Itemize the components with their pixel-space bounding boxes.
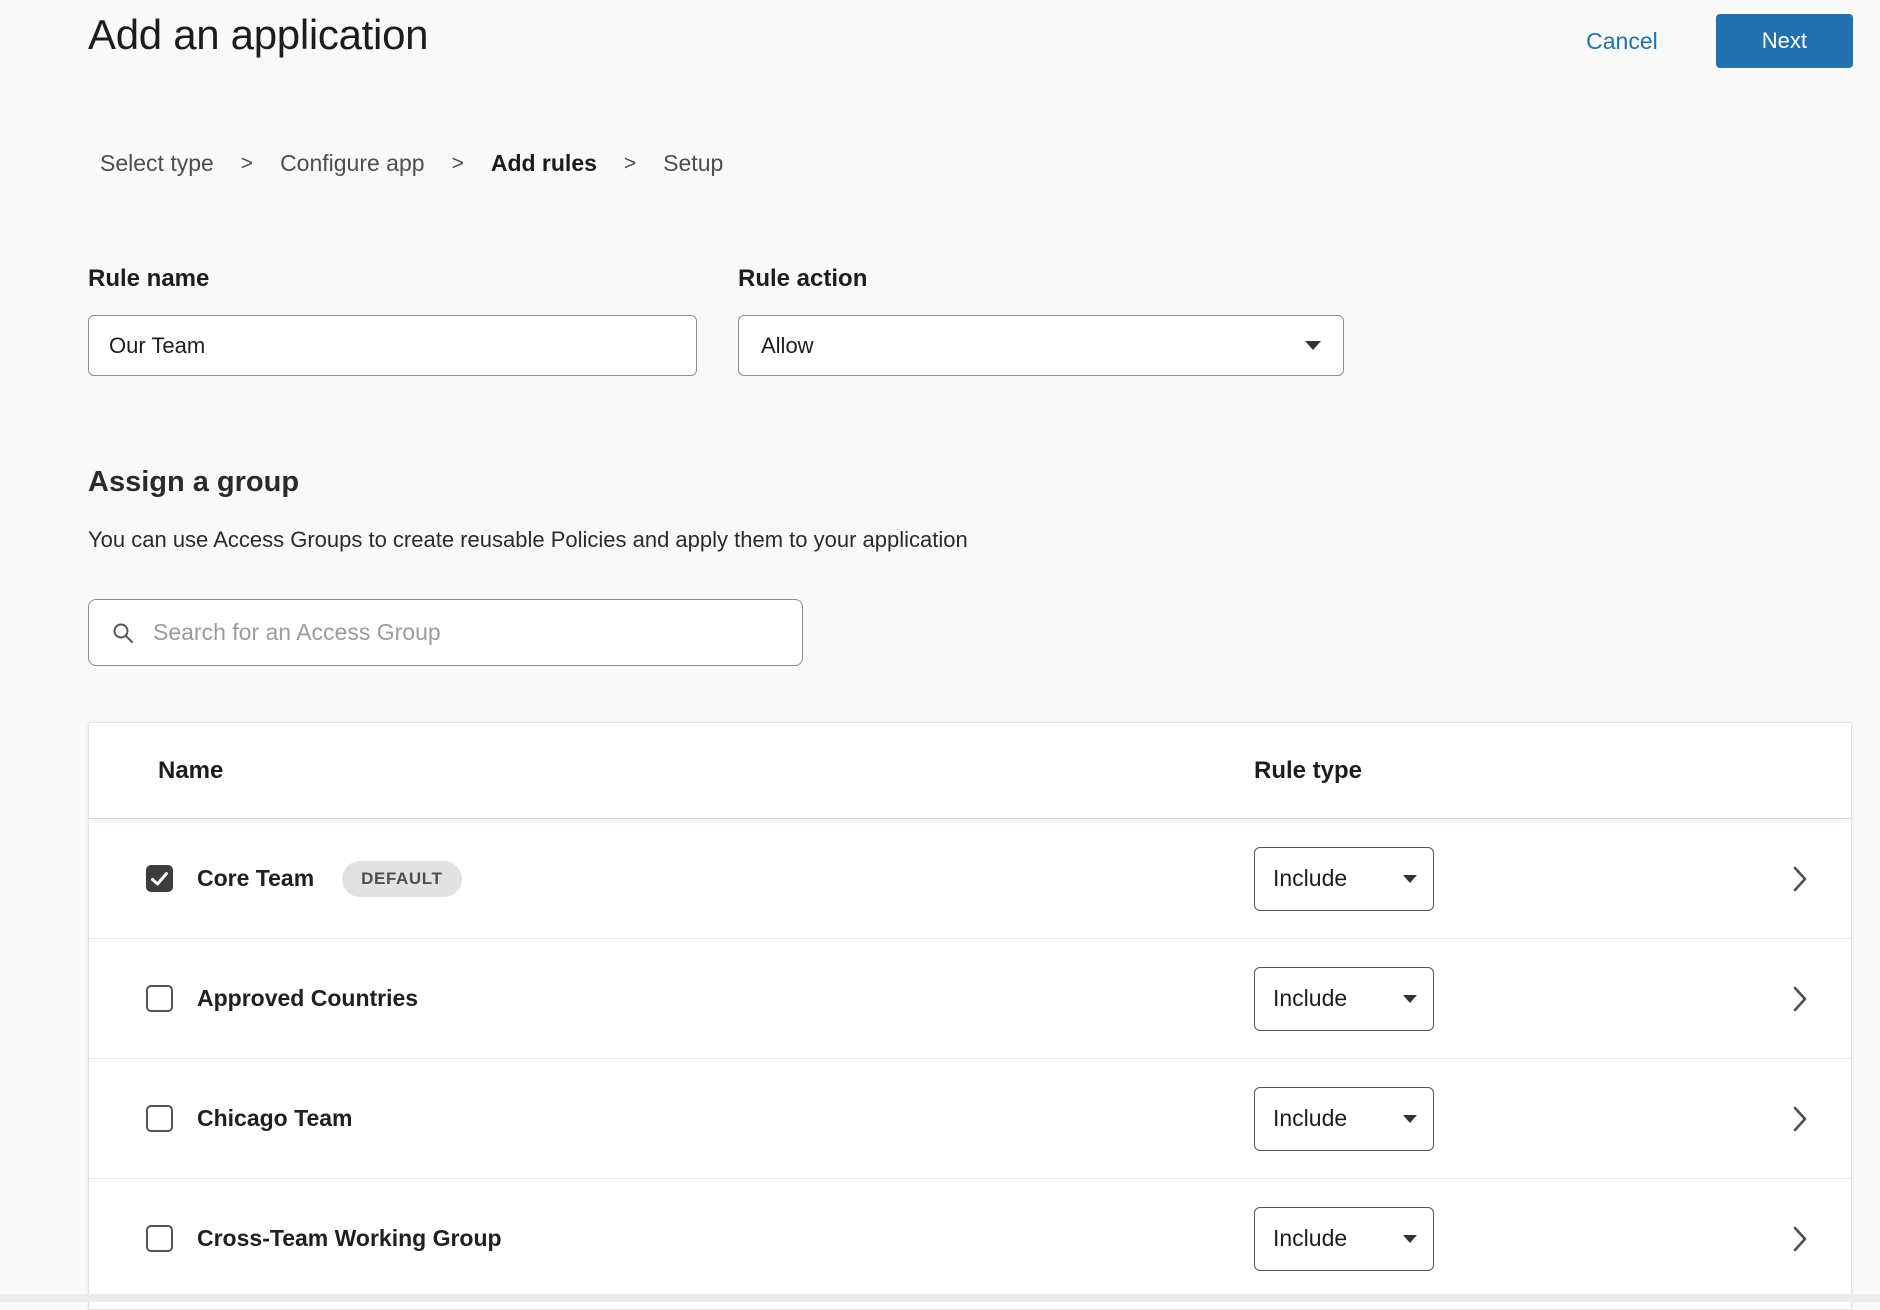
- top-bar: Add an application Cancel Next: [0, 0, 1880, 68]
- group-name: Approved Countries: [197, 985, 418, 1012]
- table-row: Chicago Team Include: [89, 1059, 1851, 1179]
- group-name-cell: Core Team DEFAULT: [89, 861, 1254, 897]
- rule-type-cell: Include: [1254, 847, 1851, 911]
- chevron-right-icon: [1793, 1226, 1808, 1252]
- assign-group-heading: Assign a group: [88, 466, 1880, 499]
- rule-type-cell: Include: [1254, 1087, 1851, 1151]
- rule-form: Rule name Rule action Allow: [88, 265, 1880, 376]
- column-header-name: Name: [89, 757, 1254, 785]
- search-input[interactable]: [151, 618, 780, 647]
- rule-type-value: Include: [1273, 1225, 1347, 1252]
- rule-type-select[interactable]: Include: [1254, 1087, 1434, 1151]
- group-checkbox[interactable]: [146, 865, 173, 892]
- rule-type-cell: Include: [1254, 1207, 1851, 1271]
- breadcrumb-separator: >: [241, 152, 253, 176]
- group-name-cell: Chicago Team: [89, 1105, 1254, 1132]
- cancel-button[interactable]: Cancel: [1580, 27, 1664, 56]
- page-title: Add an application: [88, 10, 428, 60]
- group-checkbox[interactable]: [146, 1225, 173, 1252]
- chevron-right-icon: [1793, 1106, 1808, 1132]
- breadcrumb: Select type > Configure app > Add rules …: [100, 150, 1880, 177]
- table-row: Approved Countries Include: [89, 939, 1851, 1059]
- rule-action-value: Allow: [761, 333, 814, 359]
- search-icon: [111, 621, 135, 645]
- assign-group-description: You can use Access Groups to create reus…: [88, 527, 1880, 553]
- chevron-down-icon: [1403, 1115, 1417, 1123]
- step-setup[interactable]: Setup: [663, 150, 723, 177]
- groups-table: Name Rule type Core Team DEFAULT Include: [88, 722, 1852, 1310]
- step-select-type[interactable]: Select type: [100, 150, 214, 177]
- group-name-cell: Cross-Team Working Group: [89, 1225, 1254, 1252]
- group-name-cell: Approved Countries: [89, 985, 1254, 1012]
- row-expand-chevron[interactable]: [1793, 986, 1808, 1012]
- top-actions: Cancel Next: [1580, 14, 1853, 68]
- rule-type-value: Include: [1273, 1105, 1347, 1132]
- row-expand-chevron[interactable]: [1793, 1226, 1808, 1252]
- step-configure-app[interactable]: Configure app: [280, 150, 425, 177]
- breadcrumb-separator: >: [452, 152, 464, 176]
- check-icon: [151, 872, 168, 886]
- default-badge: DEFAULT: [342, 861, 461, 897]
- chevron-right-icon: [1793, 986, 1808, 1012]
- group-checkbox[interactable]: [146, 1105, 173, 1132]
- step-add-rules[interactable]: Add rules: [491, 150, 597, 177]
- rule-type-value: Include: [1273, 985, 1347, 1012]
- chevron-down-icon: [1403, 995, 1417, 1003]
- rule-name-field-group: Rule name: [88, 265, 697, 376]
- access-group-search: [88, 599, 803, 666]
- groups-table-header: Name Rule type: [89, 723, 1851, 819]
- chevron-down-icon: [1305, 341, 1321, 350]
- group-name: Core Team: [197, 865, 314, 892]
- chevron-right-icon: [1793, 866, 1808, 892]
- rule-type-value: Include: [1273, 865, 1347, 892]
- chevron-down-icon: [1403, 875, 1417, 883]
- group-name: Chicago Team: [197, 1105, 353, 1132]
- table-row: Core Team DEFAULT Include: [89, 819, 1851, 939]
- rule-action-select[interactable]: Allow: [738, 315, 1344, 376]
- rule-name-label: Rule name: [88, 265, 697, 293]
- table-row: Cross-Team Working Group Include: [89, 1179, 1851, 1299]
- row-expand-chevron[interactable]: [1793, 866, 1808, 892]
- column-header-rule-type: Rule type: [1254, 757, 1851, 785]
- rule-action-field-group: Rule action Allow: [738, 265, 1344, 376]
- rule-type-select[interactable]: Include: [1254, 847, 1434, 911]
- next-button[interactable]: Next: [1716, 14, 1853, 68]
- rule-type-select[interactable]: Include: [1254, 967, 1434, 1031]
- row-expand-chevron[interactable]: [1793, 1106, 1808, 1132]
- page-bottom-edge: [0, 1294, 1880, 1302]
- chevron-down-icon: [1403, 1235, 1417, 1243]
- rule-type-cell: Include: [1254, 967, 1851, 1031]
- rule-name-input[interactable]: [88, 315, 697, 376]
- rule-type-select[interactable]: Include: [1254, 1207, 1434, 1271]
- group-name: Cross-Team Working Group: [197, 1225, 502, 1252]
- breadcrumb-separator: >: [624, 152, 636, 176]
- group-checkbox[interactable]: [146, 985, 173, 1012]
- groups-table-body: Core Team DEFAULT Include Approved Count…: [89, 819, 1851, 1299]
- rule-action-label: Rule action: [738, 265, 1344, 293]
